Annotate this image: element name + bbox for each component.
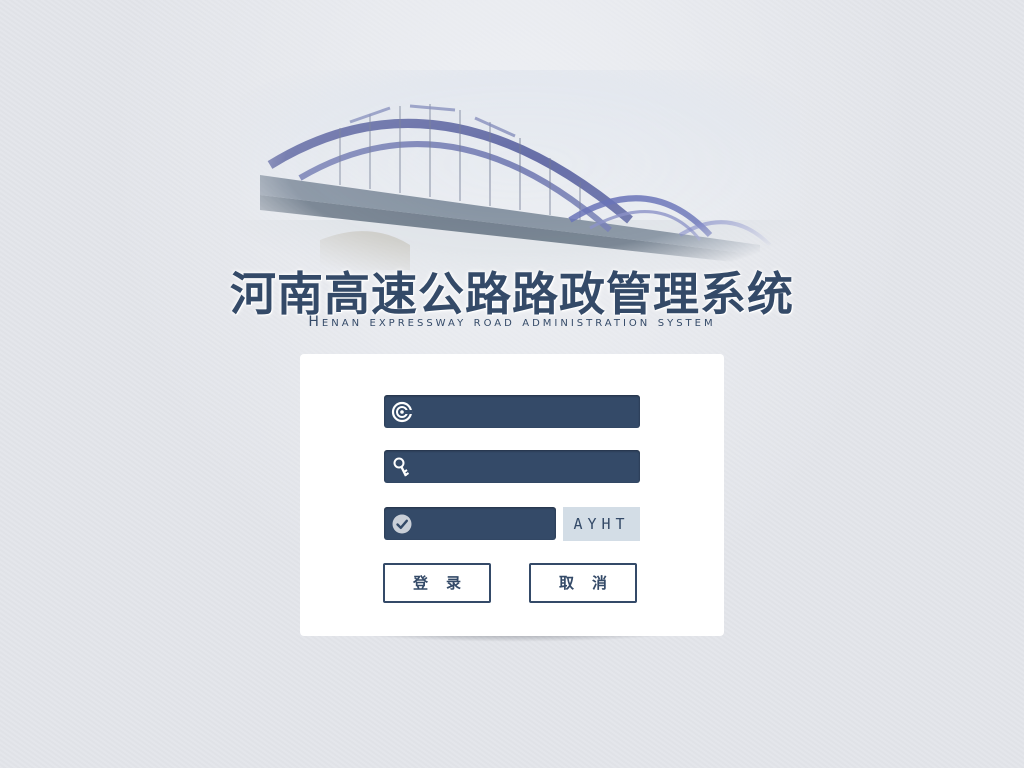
login-button[interactable]: 登录 xyxy=(383,563,491,603)
captcha-image[interactable]: AYHT xyxy=(563,507,640,541)
verification-input[interactable] xyxy=(420,507,550,540)
bridge-illustration xyxy=(240,70,800,280)
username-field[interactable] xyxy=(384,395,640,428)
cancel-button[interactable]: 取消 xyxy=(529,563,637,603)
username-input[interactable] xyxy=(420,395,632,428)
verification-field[interactable] xyxy=(384,507,556,540)
key-icon xyxy=(391,456,413,478)
login-panel: AYHT 登录 取消 xyxy=(300,354,724,636)
bridge-graphic xyxy=(240,70,800,280)
user-icon xyxy=(391,401,413,423)
password-field[interactable] xyxy=(384,450,640,483)
page-subtitle: Henan expressway road administration sys… xyxy=(308,314,716,330)
password-input[interactable] xyxy=(420,450,632,483)
check-icon xyxy=(391,513,413,535)
